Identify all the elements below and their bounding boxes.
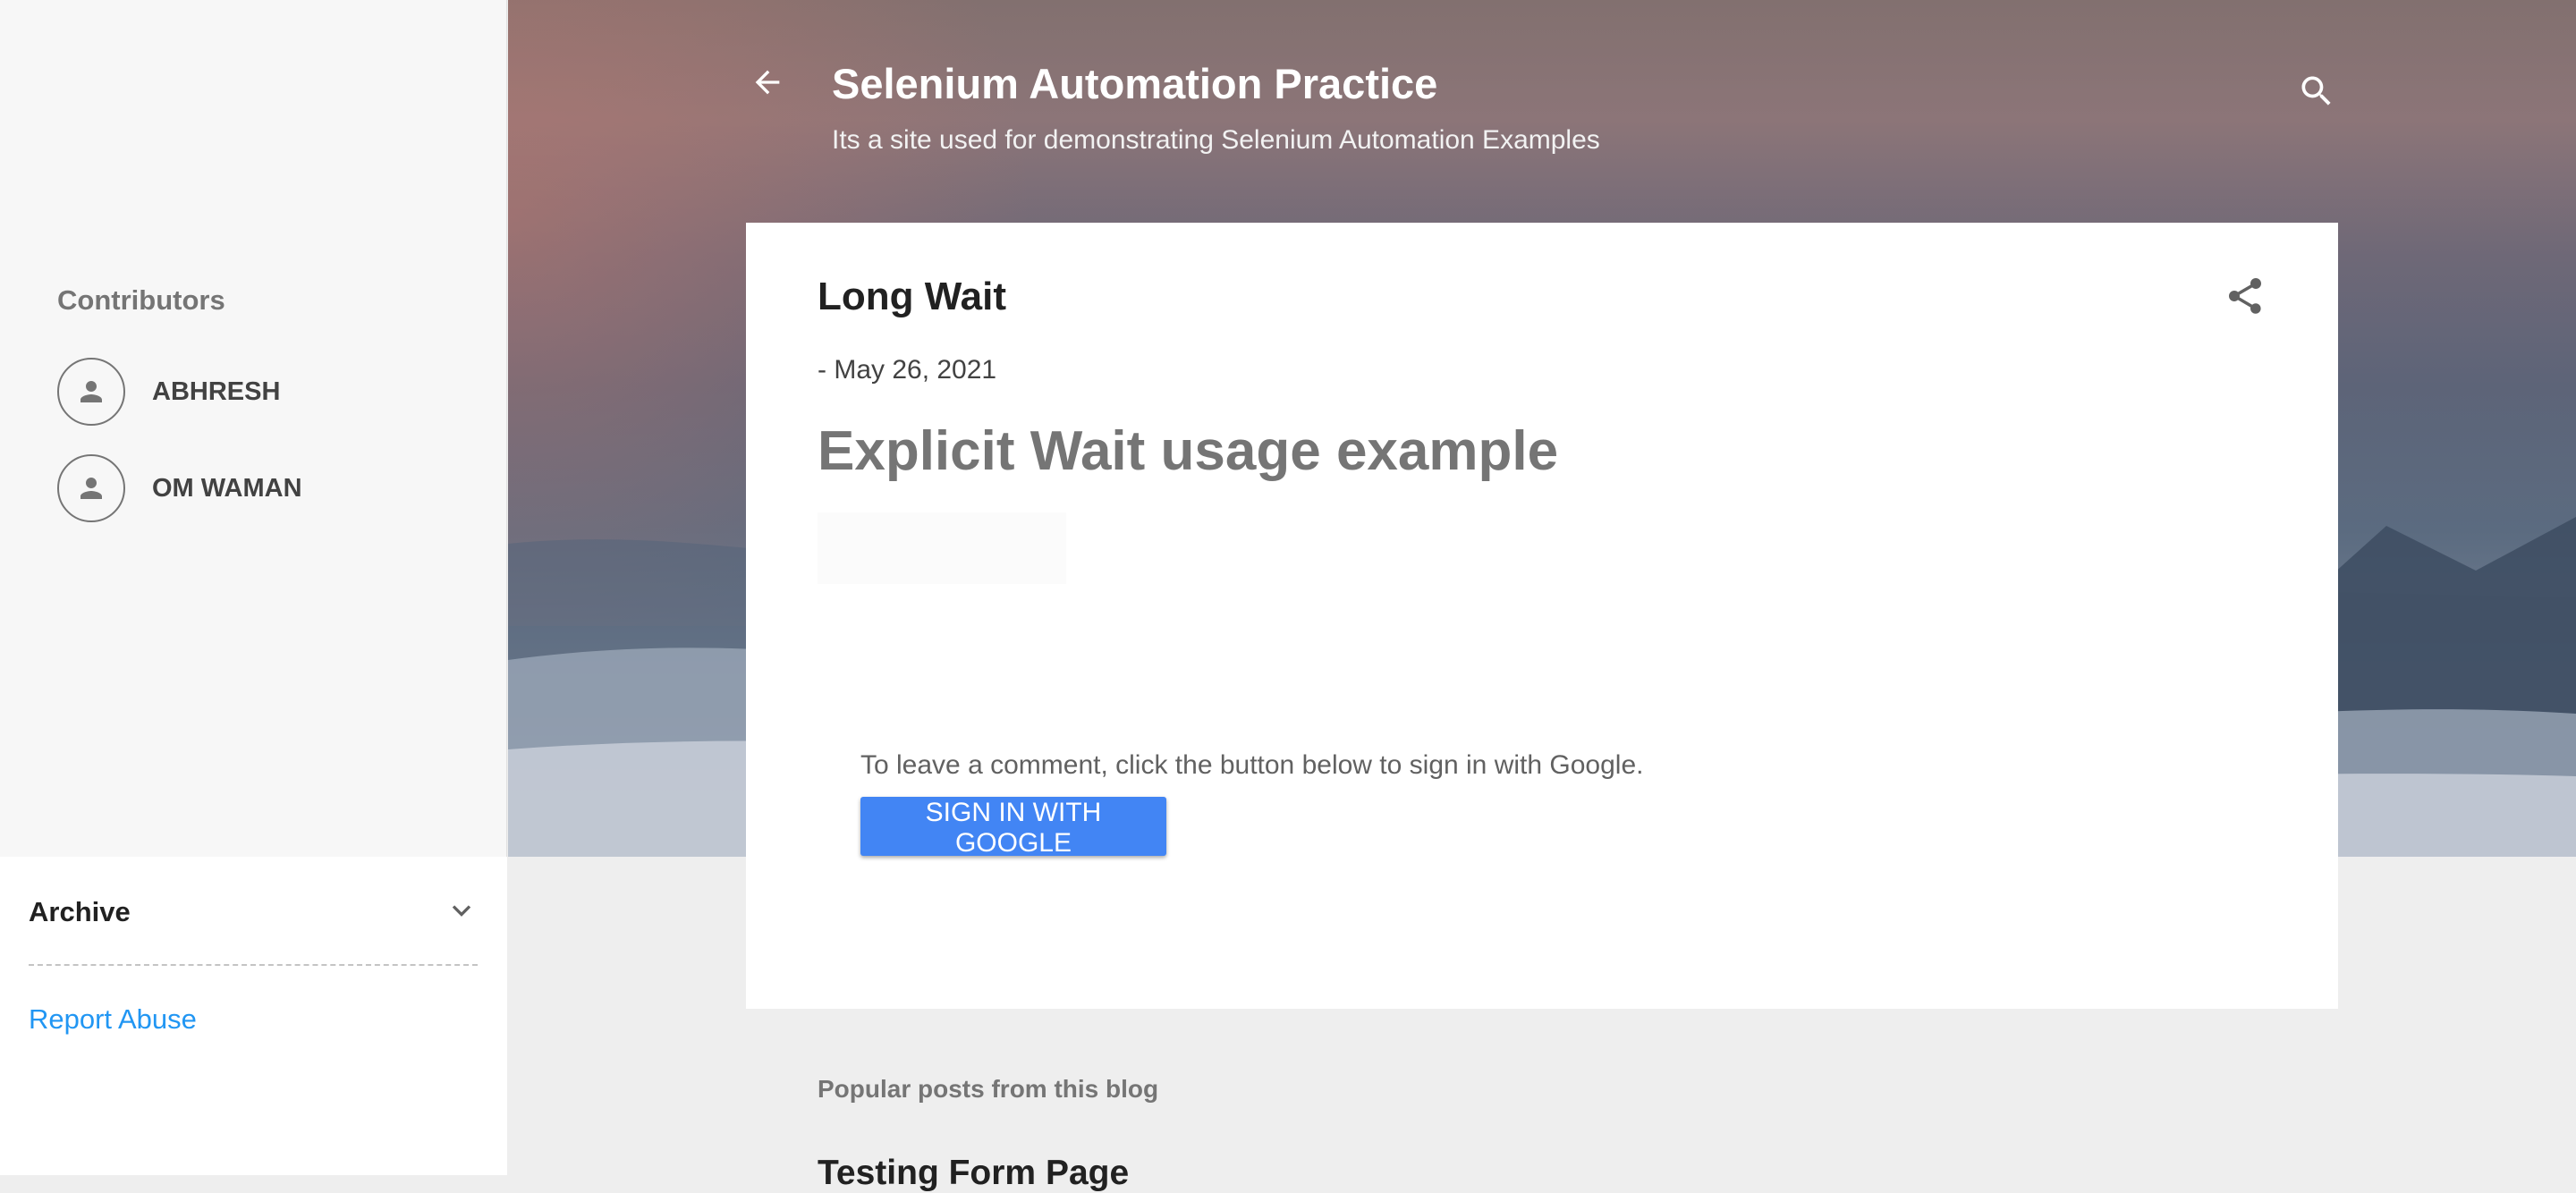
site-title[interactable]: Selenium Automation Practice — [832, 59, 1437, 108]
contributor-item[interactable]: ABHRESH — [57, 356, 280, 427]
archive-divider — [29, 964, 478, 966]
chevron-down-icon[interactable] — [445, 894, 478, 931]
post-title[interactable]: Long Wait — [818, 275, 1006, 319]
post-date: - May 26, 2021 — [818, 355, 997, 385]
archive-toggle[interactable]: Archive — [29, 893, 478, 932]
report-abuse-link[interactable]: Report Abuse — [29, 1003, 197, 1036]
sign-in-with-google-button[interactable]: SIGN IN WITH GOOGLE — [860, 797, 1166, 858]
search-icon[interactable] — [2297, 72, 2336, 115]
back-arrow-icon[interactable] — [750, 64, 785, 105]
contributors-title: Contributors — [57, 284, 225, 316]
person-icon — [57, 454, 125, 522]
sidebar: Contributors ABHRESH OM WAMAN Archive Re… — [0, 0, 507, 1175]
contributor-name[interactable]: ABHRESH — [152, 377, 280, 407]
post-card: Long Wait - May 26, 2021 Explicit Wait u… — [746, 223, 2338, 1009]
site-description: Its a site used for demonstrating Seleni… — [832, 125, 1600, 155]
contributor-name[interactable]: OM WAMAN — [152, 474, 302, 503]
share-icon[interactable] — [2224, 275, 2267, 322]
person-icon — [57, 358, 125, 426]
placeholder-box — [818, 512, 1066, 584]
contributor-item[interactable]: OM WAMAN — [57, 453, 302, 524]
comment-prompt: To leave a comment, click the button bel… — [860, 750, 1644, 780]
popular-post-title[interactable]: Testing Form Page — [818, 1154, 1129, 1193]
popular-posts-title: Popular posts from this blog — [818, 1075, 1159, 1103]
archive-title: Archive — [29, 896, 131, 927]
post-heading: Explicit Wait usage example — [818, 420, 1559, 482]
